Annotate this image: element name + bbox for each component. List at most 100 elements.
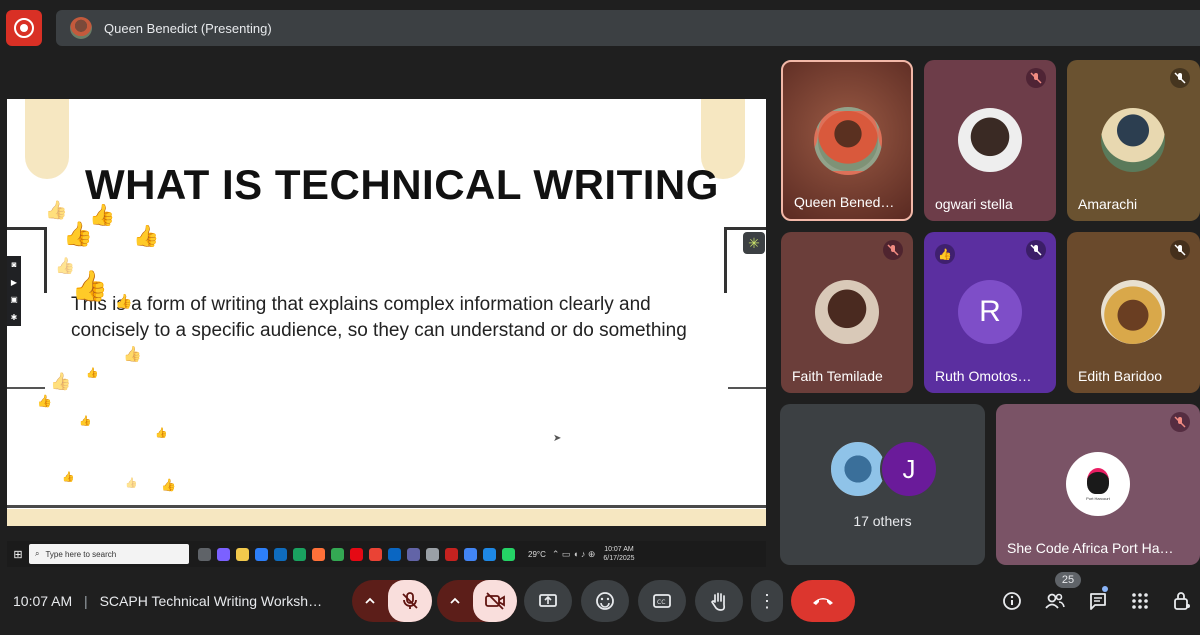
captions-button[interactable]: CC <box>638 580 686 622</box>
participant-avatar <box>814 107 882 175</box>
participant-name: She Code Africa Port Ha… <box>1007 540 1174 556</box>
mic-off-icon <box>1170 68 1190 88</box>
thumbs-up-reaction-icon: 👍 <box>79 416 92 427</box>
mic-off-icon <box>883 240 903 260</box>
phone-hangup-icon <box>813 598 833 605</box>
participant-name: Faith Temilade <box>792 368 883 384</box>
gear-icon[interactable]: ✱ <box>11 313 18 322</box>
app-icon <box>445 547 458 561</box>
taskbar-date: 6/17/2025 <box>603 555 635 562</box>
participant-tile[interactable]: ogwari stella <box>924 60 1056 221</box>
meeting-details-button[interactable] <box>1000 589 1024 613</box>
mic-off-icon <box>1026 240 1046 260</box>
thumbs-up-reaction-icon: 👍 <box>115 293 133 309</box>
meeting-separator: | <box>84 593 88 609</box>
chat-unread-indicator <box>1102 586 1108 592</box>
camera-toggle-button[interactable] <box>473 580 517 622</box>
recording-button[interactable] <box>6 10 42 46</box>
participant-tile[interactable]: Queen Bened… <box>781 60 913 221</box>
participant-avatar <box>815 280 879 344</box>
mic-toggle-button[interactable] <box>388 580 432 622</box>
emoji-icon <box>596 592 614 610</box>
slide-title: WHAT IS TECHNICAL WRITING <box>85 161 719 208</box>
window-icon[interactable]: ▣ <box>10 295 18 304</box>
mic-options-button[interactable] <box>352 580 388 622</box>
taskbar-clock: 10:07 AM 6/17/2025 <box>603 545 634 563</box>
meeting-time: 10:07 AM <box>13 593 73 609</box>
apps-grid-icon <box>1132 593 1148 609</box>
mail-icon <box>274 547 287 561</box>
thumbs-up-reaction-icon: 👍 <box>133 225 160 248</box>
thumbs-up-reaction-icon: 👍 <box>50 372 72 391</box>
camera-options-button[interactable] <box>437 580 473 622</box>
emoji-reaction-button[interactable] <box>581 580 629 622</box>
info-icon <box>1003 592 1021 610</box>
shared-screen: WHAT IS TECHNICAL WRITING This is a form… <box>7 99 766 526</box>
participant-avatar <box>958 108 1022 172</box>
more-options-button[interactable]: ⋮ <box>751 580 783 622</box>
mic-off-icon <box>1170 240 1190 260</box>
participant-tile[interactable]: 👍 R Ruth Omotos… <box>924 232 1056 393</box>
end-call-button[interactable] <box>791 580 855 622</box>
host-controls-button[interactable] <box>1170 589 1194 613</box>
thumbs-up-reaction-icon: 👍 <box>155 428 168 439</box>
system-tray-icons: ⌃ ▭ ◖ ♪ ⊕ <box>551 548 596 559</box>
thumbs-up-reaction-icon: 👍 <box>935 244 955 264</box>
slide-bottom-rule <box>7 505 766 508</box>
play-icon <box>331 547 344 561</box>
meeting-info: 10:07 AM | SCAPH Technical Writing Works… <box>13 593 322 609</box>
chat-button[interactable] <box>1086 589 1110 613</box>
slide-rule-right <box>728 387 766 389</box>
participant-tile[interactable]: Amarachi <box>1067 60 1200 221</box>
whatsapp-icon <box>502 547 515 561</box>
activities-button[interactable] <box>1128 589 1152 613</box>
chevron-up-icon <box>450 597 460 604</box>
participant-name: Ruth Omotos… <box>935 368 1032 384</box>
captions-icon: CC <box>653 594 671 608</box>
participant-name: Amarachi <box>1078 196 1138 212</box>
mic-off-icon <box>1026 68 1046 88</box>
thumbs-up-reaction-icon: 👍 <box>71 270 109 303</box>
participant-tile[interactable]: Port Harcourt She Code Africa Port Ha… <box>996 404 1200 565</box>
logo-mark-icon <box>1087 467 1109 494</box>
camera-off-icon <box>485 592 505 610</box>
chat-icon <box>1090 593 1106 610</box>
search-icon: ⌕ <box>35 549 40 558</box>
thumbs-up-reaction-icon: 👍 <box>45 200 68 220</box>
logo-text: Port Harcourt <box>1086 495 1110 501</box>
camera-icon[interactable]: ◙ <box>12 260 17 269</box>
presenter-avatar <box>70 17 92 39</box>
microphone-control <box>352 580 432 622</box>
edge-icon <box>293 547 306 561</box>
thumbs-up-reaction-icon: 👍 <box>161 478 176 492</box>
participant-tile[interactable]: Edith Baridoo <box>1067 232 1200 393</box>
raise-hand-button[interactable] <box>695 580 743 622</box>
settings-icon <box>426 547 439 561</box>
linkedin-icon <box>388 547 401 561</box>
people-count-badge: 25 <box>1055 572 1081 588</box>
participant-avatar: R <box>958 280 1022 344</box>
others-count: 17 others <box>853 513 912 529</box>
thumbs-up-reaction-icon: 👍 <box>37 394 52 408</box>
taskbar-time: 10:07 AM <box>604 546 634 553</box>
thumbs-up-reaction-icon: 👍 <box>62 472 75 483</box>
chrome-icon <box>369 547 382 561</box>
thumbs-up-reaction-icon: 👍 <box>125 478 138 489</box>
screen-tool-strip[interactable]: ◙ ▶ ▣ ✱ <box>7 256 21 326</box>
file-explorer-icon <box>236 547 249 561</box>
mic-off-icon <box>1170 412 1190 432</box>
people-button[interactable] <box>1043 589 1067 613</box>
record-icon <box>14 18 34 38</box>
presenter-bar[interactable]: Queen Benedict (Presenting) <box>56 10 1200 46</box>
participant-avatar <box>1101 280 1165 344</box>
chrome-icon <box>464 547 477 561</box>
video-icon[interactable]: ▶ <box>11 278 17 287</box>
participant-tile[interactable]: Faith Temilade <box>781 232 913 393</box>
chevron-up-icon <box>365 597 375 604</box>
present-screen-button[interactable] <box>524 580 572 622</box>
taskbar-search-placeholder: Type here to search <box>45 549 117 559</box>
taskbar-search: ⌕ Type here to search <box>29 544 189 564</box>
sparkle-icon[interactable]: ✳ <box>743 232 765 254</box>
firefox-icon <box>312 547 325 561</box>
others-tile[interactable]: J 17 others <box>780 404 985 565</box>
